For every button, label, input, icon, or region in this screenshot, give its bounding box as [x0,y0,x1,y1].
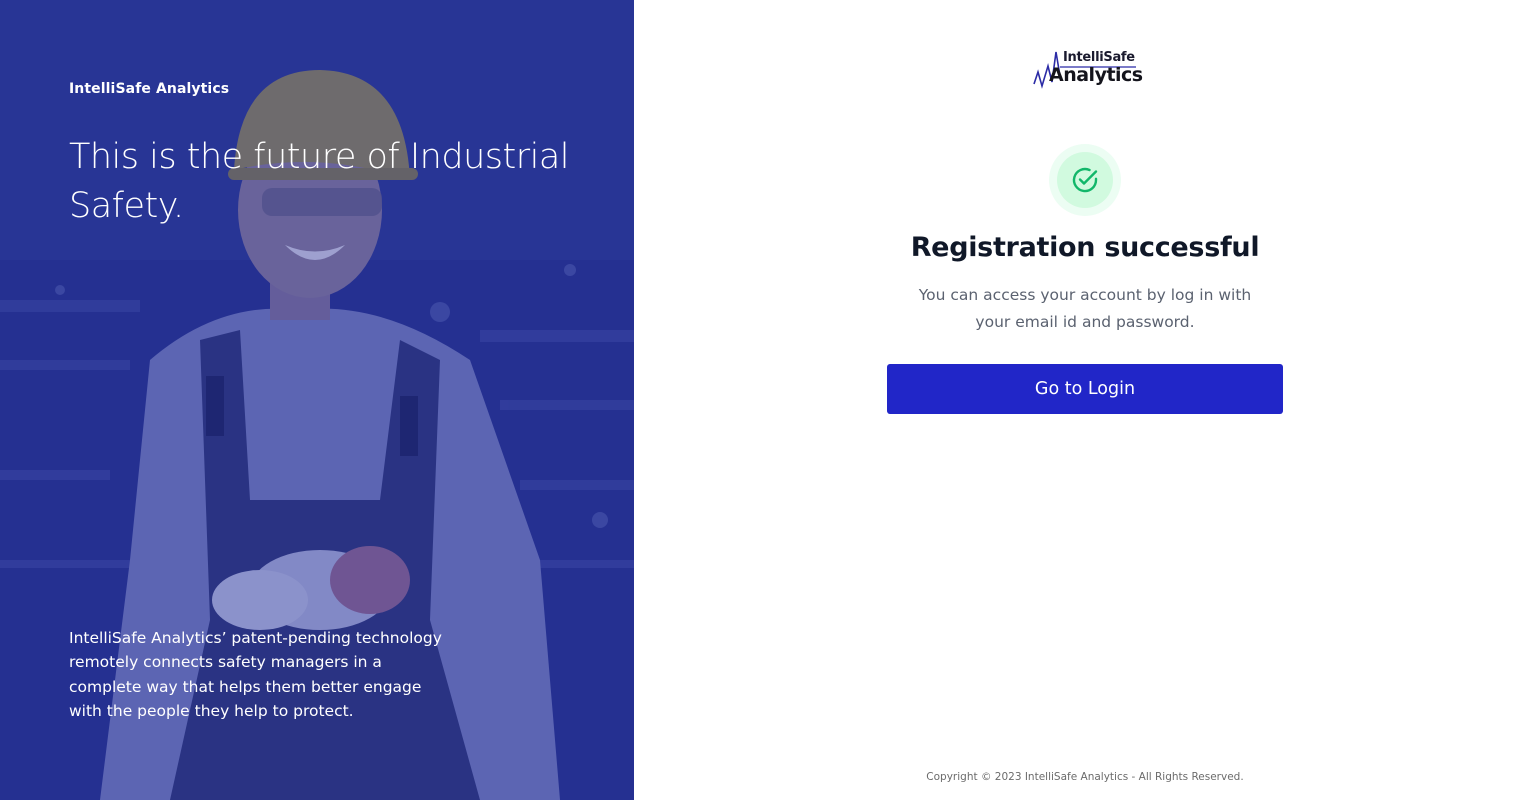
logo-text-top: IntelliSafe [1063,50,1135,65]
success-badge-inner [1057,152,1113,208]
copyright-text: Copyright © 2023 IntelliSafe Analytics -… [926,771,1244,783]
confirmation-message: You can access your account by log in wi… [918,286,1252,331]
logo-text-bottom: Analytics [1049,64,1143,86]
confirmation-title: Registration successful [910,232,1260,263]
hero-headline: This is the future of Industrial Safety. [69,137,570,226]
brand-name: IntelliSafe Analytics [69,81,230,97]
hero-panel: IntelliSafe Analytics This is the future… [0,0,634,800]
hero-description: IntelliSafe Analytics’ patent-pending te… [69,629,442,720]
registration-panel: IntelliSafe Analytics Registration succe… [634,0,1526,800]
check-circle-icon [1072,167,1098,193]
go-to-login-button[interactable]: Go to Login [887,364,1283,414]
brand-logo: IntelliSafe Analytics [1032,46,1143,92]
success-badge [1049,144,1121,216]
